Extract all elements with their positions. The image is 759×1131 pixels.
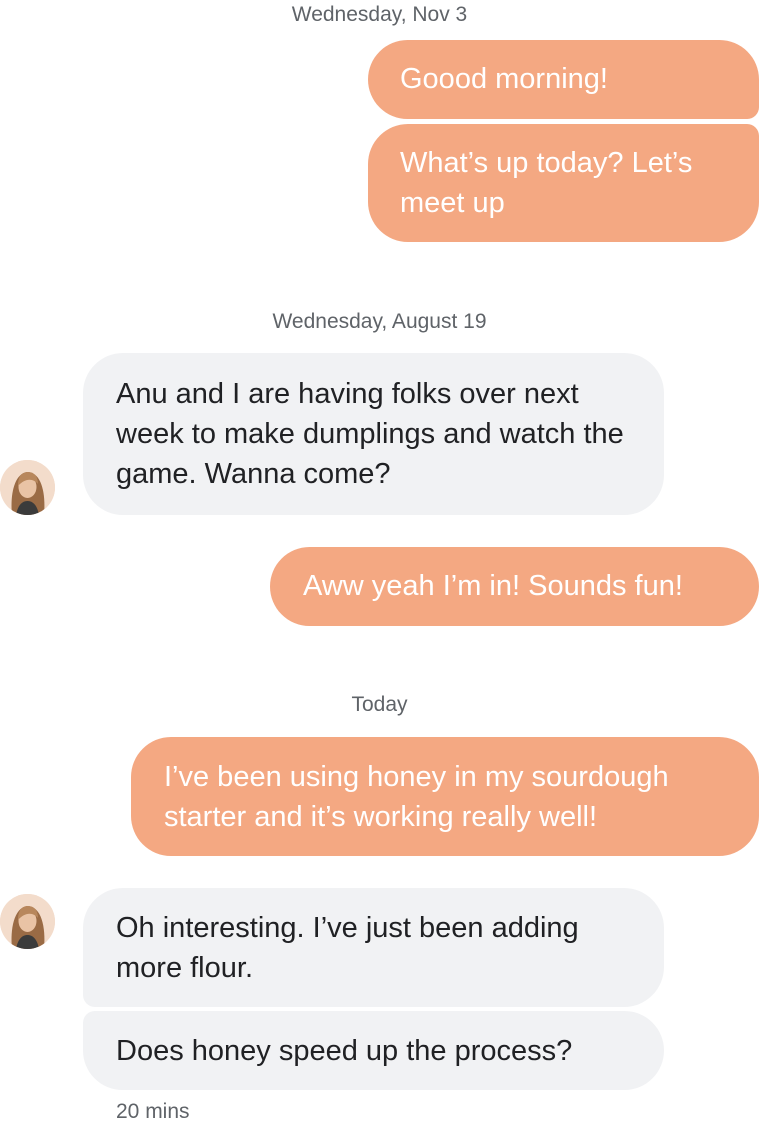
message-bubble-outgoing[interactable]: Aww yeah I’m in! Sounds fun!	[270, 547, 759, 626]
message-bubble-outgoing[interactable]: I’ve been using honey in my sourdough st…	[131, 737, 759, 856]
message-bubble-outgoing[interactable]: Goood morning!	[368, 40, 759, 119]
date-separator: Wednesday, August 19	[272, 310, 487, 333]
avatar-photo-icon	[0, 894, 55, 949]
date-separator: Wednesday, Nov 3	[291, 3, 468, 26]
date-separator: Today	[351, 693, 408, 716]
message-bubble-outgoing[interactable]: What’s up today? Let’s meet up	[368, 124, 759, 242]
contact-avatar[interactable]	[0, 894, 55, 949]
contact-avatar[interactable]	[0, 460, 55, 515]
message-bubble-incoming[interactable]: Anu and I are having folks over next wee…	[83, 353, 664, 515]
avatar-photo-icon	[0, 460, 55, 515]
message-bubble-incoming[interactable]: Does honey speed up the process?	[83, 1011, 664, 1090]
message-bubble-incoming[interactable]: Oh interesting. I’ve just been adding mo…	[83, 888, 664, 1007]
message-timestamp: 20 mins	[116, 1100, 190, 1123]
